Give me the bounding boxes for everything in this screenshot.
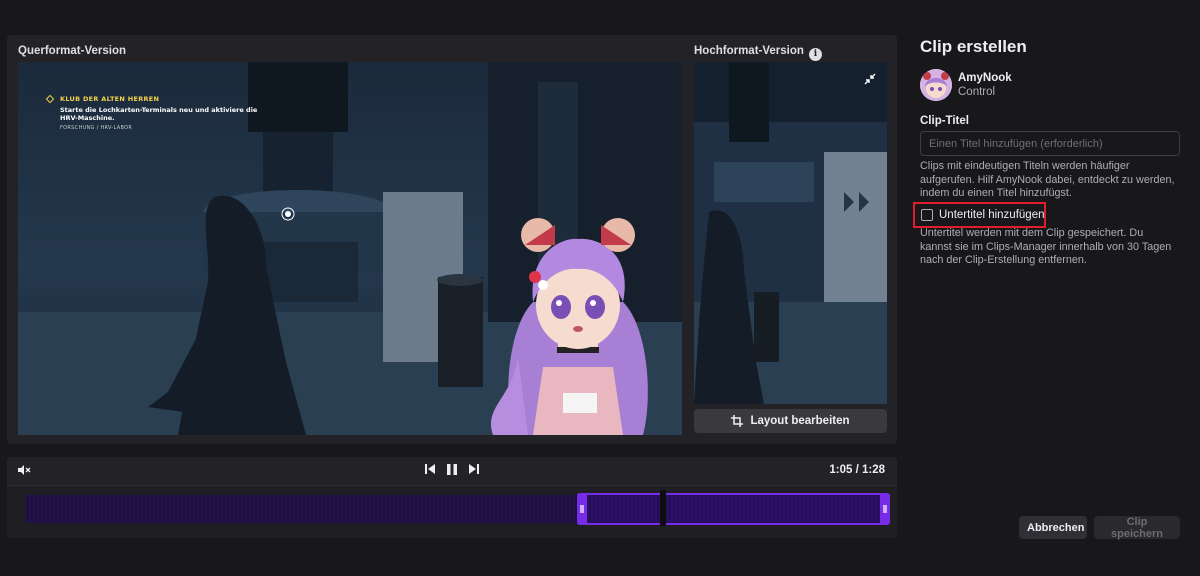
mute-icon[interactable] [17,464,31,476]
portrait-label-wrap: Hochformat-Version i [694,45,822,61]
player-controls: 1:05 / 1:28 [7,457,897,483]
edit-layout-button[interactable]: Layout bearbeiten [694,409,887,433]
preview-panel: Querformat-Version Hochformat-Version i [7,35,897,444]
hud-title: KLUB DER ALTEN HERREN [60,95,160,103]
portrait-scene [694,62,887,404]
clip-title-input[interactable] [920,131,1180,156]
title-help-text: Clips mit eindeutigen Titeln werden häuf… [920,160,1175,200]
edit-layout-label: Layout bearbeiten [750,415,850,427]
crop-icon [731,415,744,427]
game-name: Control [958,86,996,98]
clip-selection[interactable] [576,493,890,525]
portrait-label: Hochformat-Version [694,45,804,57]
vtuber-avatar [490,218,648,435]
skip-back-icon[interactable] [425,464,435,474]
subtitle-checkbox[interactable] [921,209,933,221]
trim-start-handle[interactable] [576,493,587,525]
hud-objective: KLUB DER ALTEN HERREN Starte die Lochkar… [45,94,266,131]
portrait-video[interactable] [694,62,887,404]
info-icon[interactable]: i [808,47,822,61]
landscape-video[interactable]: KLUB DER ALTEN HERREN Starte die Lochkar… [18,62,682,435]
clip-timeline[interactable] [7,485,897,538]
grip-icon [579,505,584,513]
save-clip-button[interactable]: Clip speichern [1094,516,1180,540]
subtitle-checkbox-row[interactable]: Untertitel hinzufügen [921,209,1044,221]
hud-location: FORSCHUNG / HRV-LABOR [60,125,133,131]
hud-line1: Starte die Lochkarten-Terminals neu und … [60,106,258,114]
hud-line2: HRV-Maschine. [60,114,115,122]
subtitle-checkbox-label[interactable]: Untertitel hinzufügen [939,209,1044,221]
playhead[interactable] [660,490,667,526]
landscape-label: Querformat-Version [18,45,126,57]
channel-name[interactable]: AmyNook [958,72,1012,84]
collapse-icon[interactable] [859,68,881,90]
objective-icon [45,94,55,104]
trim-end-handle[interactable] [879,493,890,525]
skip-forward-icon[interactable] [469,464,479,474]
pause-icon[interactable] [447,464,457,475]
cancel-button[interactable]: Abbrechen [1019,516,1087,539]
subtitle-help-text: Untertitel werden mit dem Clip gespeiche… [920,227,1172,267]
time-readout: 1:05 / 1:28 [829,464,885,476]
timeline-panel: 1:05 / 1:28 [7,457,897,538]
avatar[interactable] [920,69,952,101]
grip-icon [882,505,887,513]
clip-title-label: Clip-Titel [920,115,969,127]
panel-title: Clip erstellen [920,37,1027,56]
